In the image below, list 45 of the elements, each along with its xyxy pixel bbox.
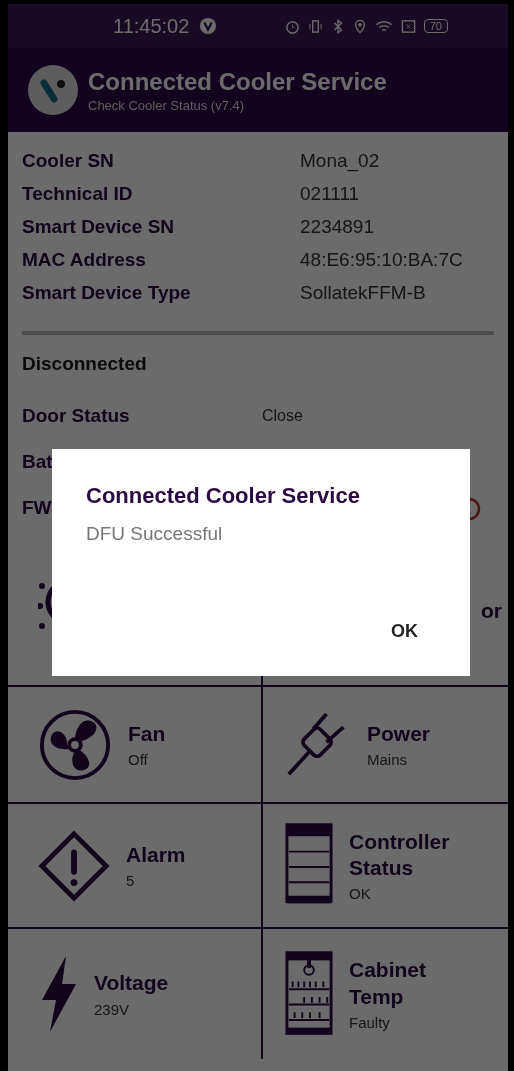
- sensor-title: or: [481, 597, 502, 624]
- sensor-value: 239V: [94, 1000, 131, 1018]
- sensor-value: Off: [128, 751, 149, 769]
- info-value: 021111: [300, 182, 360, 205]
- sensor-title: Power: [367, 720, 431, 747]
- sensor-value: Mains: [367, 751, 408, 769]
- info-value: Mona_02: [300, 149, 380, 172]
- app-logo-icon: [28, 65, 78, 115]
- info-label: Smart Device Type: [22, 281, 192, 304]
- sensor-value: OK: [349, 885, 372, 903]
- info-label: Technical ID: [22, 182, 134, 205]
- connection-status: Disconnected: [21, 352, 148, 375]
- info-label: Smart Device SN: [22, 215, 176, 238]
- info-label: MAC Address: [22, 248, 147, 271]
- sensor-title: Voltage: [94, 970, 169, 997]
- app-notification-icon: [199, 17, 218, 35]
- sensor-title: Fan: [128, 720, 166, 747]
- status-label: Door Status: [22, 405, 131, 427]
- wifi-icon: [374, 18, 393, 34]
- info-value: 2234891: [300, 215, 374, 238]
- info-value: SollatekFFM-B: [300, 281, 426, 304]
- status-value: Close: [262, 407, 303, 425]
- app-subtitle: Check Cooler Status (v7.4): [88, 97, 246, 113]
- sensor-title: Controller Status: [349, 828, 451, 881]
- location-pin-icon: [352, 18, 367, 34]
- sensor-value: Faulty: [349, 1013, 391, 1031]
- clock-time: 11:45:02: [113, 14, 190, 38]
- warning-icon: [38, 829, 110, 902]
- vibrate-icon: [307, 18, 323, 34]
- sensor-value: 5: [126, 872, 136, 890]
- sensor-title: Cabinet Temp: [349, 957, 427, 1010]
- status-label: FW: [22, 497, 53, 519]
- info-label: Cooler SN: [22, 149, 115, 172]
- dialog-message: DFU Successful: [86, 523, 224, 545]
- app-title: Connected Cooler Service: [88, 67, 387, 96]
- cabinet-thermometer-icon: [285, 950, 333, 1038]
- sim-icon: [400, 18, 416, 34]
- dialog-title: Connected Cooler Service: [86, 483, 361, 509]
- fan-icon: [38, 707, 112, 782]
- ok-button[interactable]: OK: [383, 617, 426, 646]
- battery-level: 70: [423, 19, 448, 33]
- info-value: 48:E6:95:10:BA:7C: [300, 248, 463, 271]
- sensor-title: Alarm: [126, 841, 186, 868]
- status-label: Bat: [22, 451, 54, 473]
- alarm-clock-icon: [284, 18, 300, 34]
